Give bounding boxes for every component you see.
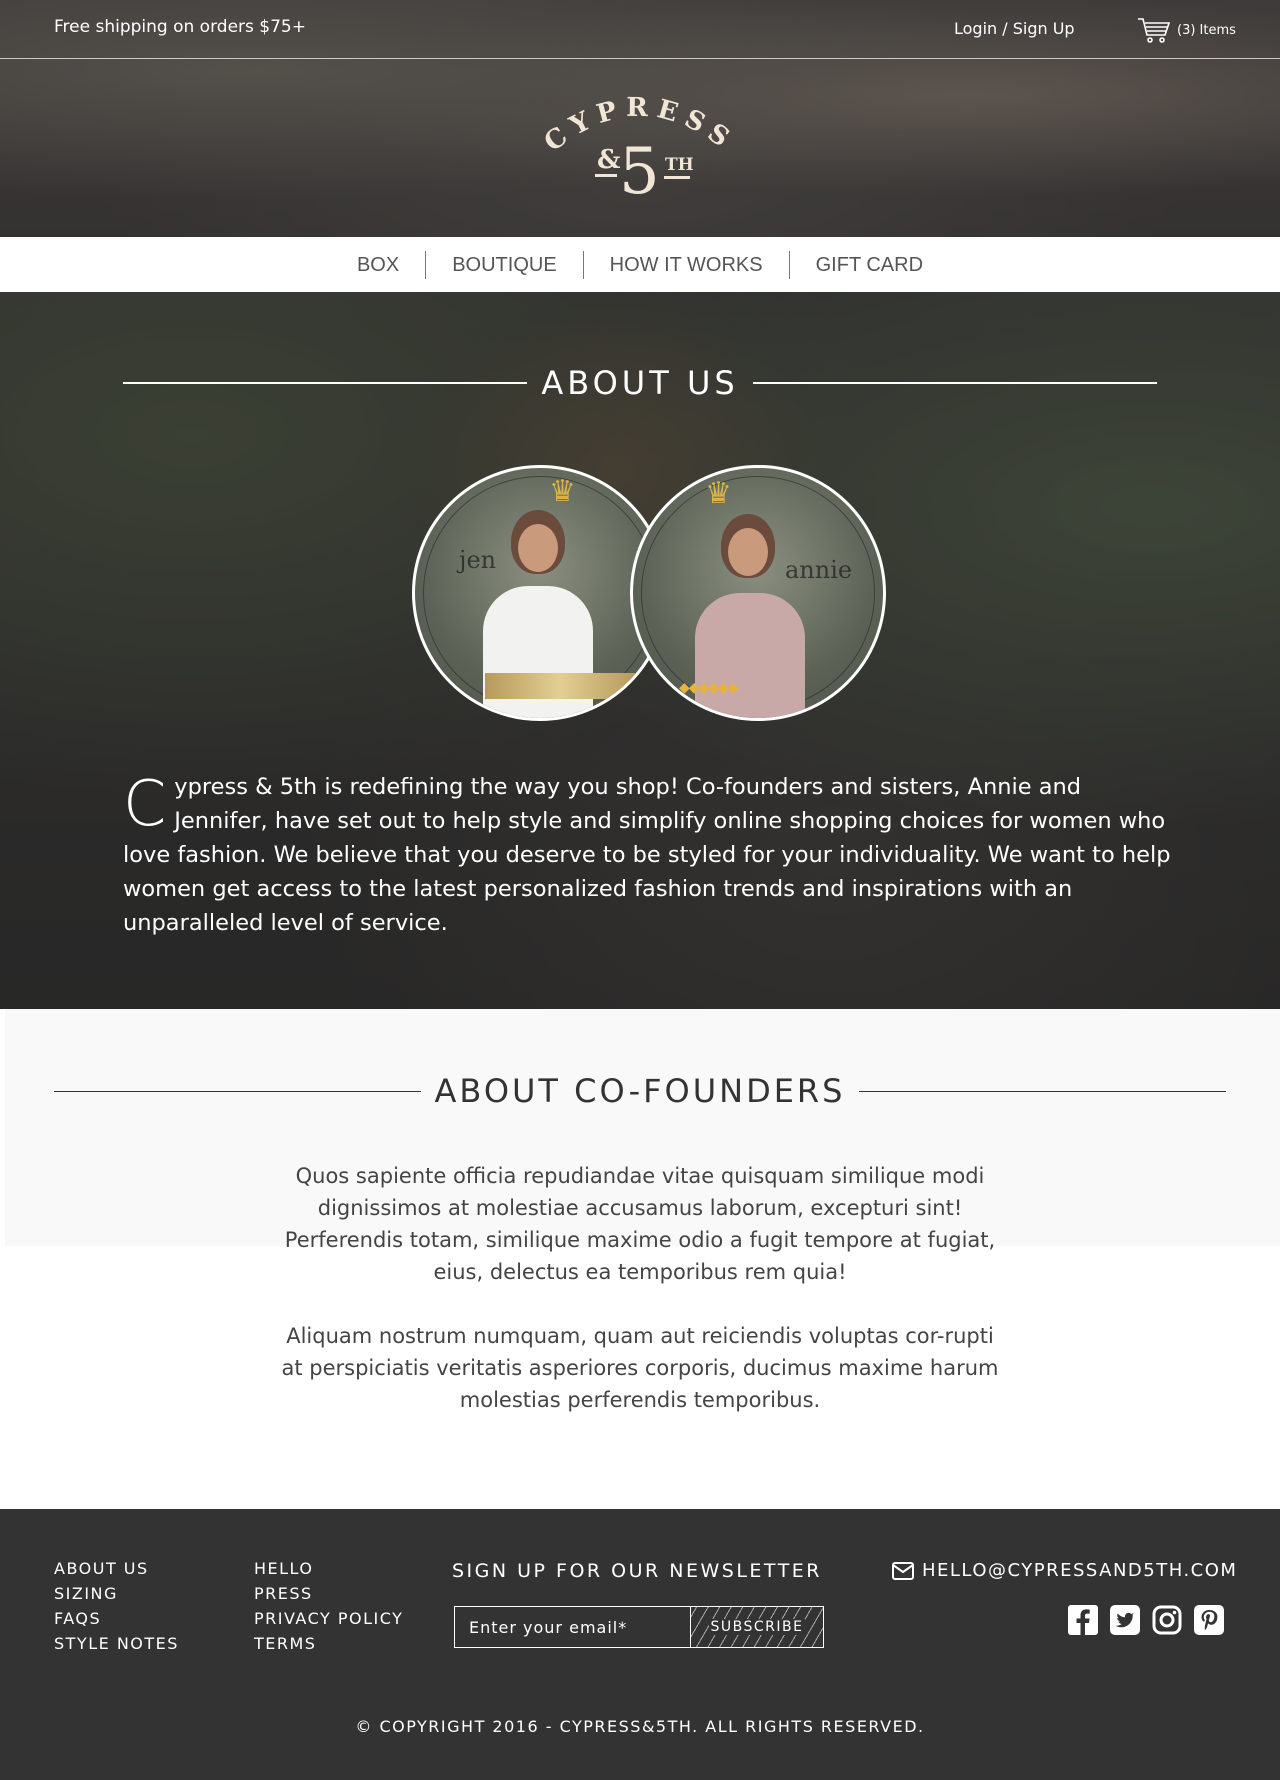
cart-icon bbox=[1138, 18, 1171, 43]
footer-link-terms[interactable]: TERMS bbox=[254, 1631, 403, 1656]
subscribe-label: SUBSCRIBE bbox=[708, 1619, 806, 1635]
portrait-name-jen: jen bbox=[459, 546, 497, 574]
twitter-icon[interactable] bbox=[1110, 1605, 1140, 1635]
portrait-face bbox=[518, 524, 558, 572]
footer-links-col-2: HELLO PRESS PRIVACY POLICY TERMS bbox=[254, 1556, 403, 1656]
heading-rule-left bbox=[54, 1090, 421, 1092]
cofounders-paragraph-2: Aliquam nostrum numquam, quam aut reicie… bbox=[281, 1324, 999, 1412]
portrait-dress bbox=[695, 593, 805, 718]
heading-rule-right bbox=[859, 1090, 1226, 1092]
about-us-section: ABOUT US jen ♛ annie ♛ ◆◆◆◆◆◆ Cypress & … bbox=[0, 292, 1280, 1009]
instagram-icon[interactable] bbox=[1152, 1605, 1182, 1635]
footer-link-hello[interactable]: HELLO bbox=[254, 1556, 403, 1581]
about-us-title: ABOUT US bbox=[541, 364, 739, 402]
crown-icon: ♛ bbox=[705, 476, 732, 511]
logo-amp: & bbox=[597, 145, 620, 175]
about-us-text: Cypress & 5th is redefining the way you … bbox=[123, 770, 1173, 940]
about-us-body: ypress & 5th is redefining the way you s… bbox=[123, 774, 1171, 936]
shipping-notice: Free shipping on orders $75+ bbox=[54, 17, 306, 37]
cofounders-paragraph-1: Quos sapiente officia repudiandae vitae … bbox=[284, 1164, 996, 1284]
footer-link-faqs[interactable]: FAQS bbox=[54, 1606, 179, 1631]
gold-ribbon bbox=[485, 673, 635, 699]
subscribe-button[interactable]: SUBSCRIBE bbox=[691, 1607, 823, 1647]
cart-button[interactable]: (3) Items bbox=[1137, 16, 1236, 44]
nav-how-it-works[interactable]: HOW IT WORKS bbox=[584, 251, 789, 279]
logo-th: TH bbox=[665, 155, 694, 175]
contact-email-link[interactable]: HELLO@CYPRESSAND5TH.COM bbox=[892, 1560, 1237, 1581]
footer-links-col-1: ABOUT US SIZING FAQS STYLE NOTES bbox=[54, 1556, 179, 1656]
pinterest-icon[interactable] bbox=[1194, 1605, 1224, 1635]
footer-link-privacy-policy[interactable]: PRIVACY POLICY bbox=[254, 1606, 403, 1631]
crown-icon: ♛ bbox=[549, 474, 576, 509]
cofounders-title: ABOUT CO-FOUNDERS bbox=[434, 1072, 846, 1110]
facebook-icon[interactable] bbox=[1068, 1605, 1098, 1635]
founder-portraits: jen ♛ annie ♛ ◆◆◆◆◆◆ bbox=[412, 465, 886, 721]
nav-boutique[interactable]: BOUTIQUE bbox=[426, 251, 582, 279]
main-nav: BOX BOUTIQUE HOW IT WORKS GIFT CARD bbox=[0, 237, 1280, 292]
contact-email: HELLO@CYPRESSAND5TH.COM bbox=[922, 1560, 1238, 1581]
cypress-5th-logo[interactable]: CYPRESS & 5 TH bbox=[535, 88, 745, 208]
logo-five: 5 bbox=[619, 135, 660, 208]
cart-count: (3) Items bbox=[1177, 22, 1236, 38]
copyright-text: © COPYRIGHT 2016 - CYPRESS&5TH. ALL RIGH… bbox=[355, 1717, 925, 1736]
portrait-annie: annie ♛ ◆◆◆◆◆◆ bbox=[630, 465, 886, 721]
social-links bbox=[1068, 1605, 1224, 1635]
about-us-heading: ABOUT US bbox=[123, 364, 1157, 402]
login-signup-link[interactable]: Login / Sign Up bbox=[954, 19, 1075, 38]
nav-gift-card[interactable]: GIFT CARD bbox=[790, 251, 949, 279]
newsletter-email-input[interactable] bbox=[455, 1607, 691, 1647]
heading-rule-right bbox=[752, 382, 1157, 384]
portrait-dress bbox=[483, 586, 593, 718]
footer-link-sizing[interactable]: SIZING bbox=[54, 1581, 179, 1606]
newsletter-title: SIGN UP FOR OUR NEWSLETTER bbox=[452, 1560, 823, 1582]
newsletter-form: SUBSCRIBE bbox=[454, 1606, 824, 1648]
portrait-face bbox=[728, 528, 768, 576]
diamond-row: ◆◆◆◆◆◆ bbox=[679, 680, 739, 696]
site-footer: ABOUT US SIZING FAQS STYLE NOTES HELLO P… bbox=[0, 1509, 1280, 1780]
top-bar: Free shipping on orders $75+ Login / Sig… bbox=[0, 0, 1280, 59]
envelope-icon bbox=[892, 1561, 914, 1580]
cofounders-heading: ABOUT CO-FOUNDERS bbox=[54, 1072, 1226, 1110]
portrait-name-annie: annie bbox=[785, 556, 853, 584]
footer-link-about-us[interactable]: ABOUT US bbox=[54, 1556, 179, 1581]
header-hero: Free shipping on orders $75+ Login / Sig… bbox=[0, 0, 1280, 237]
nav-box[interactable]: BOX bbox=[331, 251, 425, 279]
dropcap: C bbox=[123, 767, 167, 840]
heading-rule-left bbox=[123, 382, 528, 384]
footer-link-style-notes[interactable]: STYLE NOTES bbox=[54, 1631, 179, 1656]
footer-link-press[interactable]: PRESS bbox=[254, 1581, 403, 1606]
